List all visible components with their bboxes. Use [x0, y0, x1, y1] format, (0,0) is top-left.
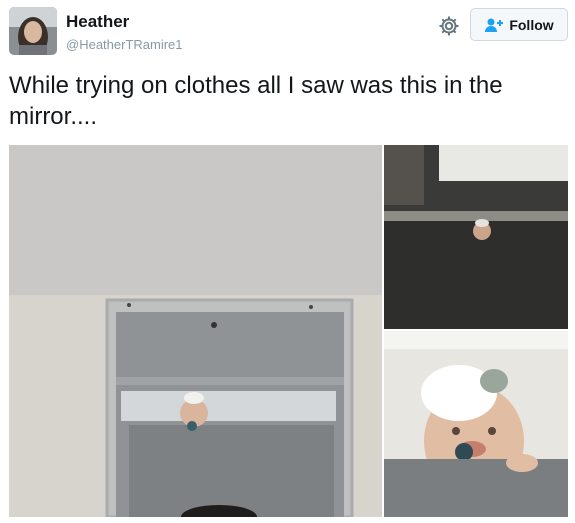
avatar[interactable]	[9, 7, 57, 55]
follow-button[interactable]: Follow	[470, 8, 568, 41]
media-photo-stall[interactable]	[384, 145, 568, 329]
add-user-icon	[484, 17, 504, 33]
display-name[interactable]: Heather	[66, 12, 129, 32]
follow-label: Follow	[509, 16, 554, 33]
gear-icon[interactable]	[437, 14, 461, 38]
tweet-text: While trying on clothes all I saw was th…	[9, 72, 503, 130]
media-photo-closeup[interactable]	[384, 331, 568, 517]
media-photo-mirror[interactable]	[9, 145, 382, 517]
user-handle[interactable]: @HeatherTRamire1	[66, 37, 183, 52]
